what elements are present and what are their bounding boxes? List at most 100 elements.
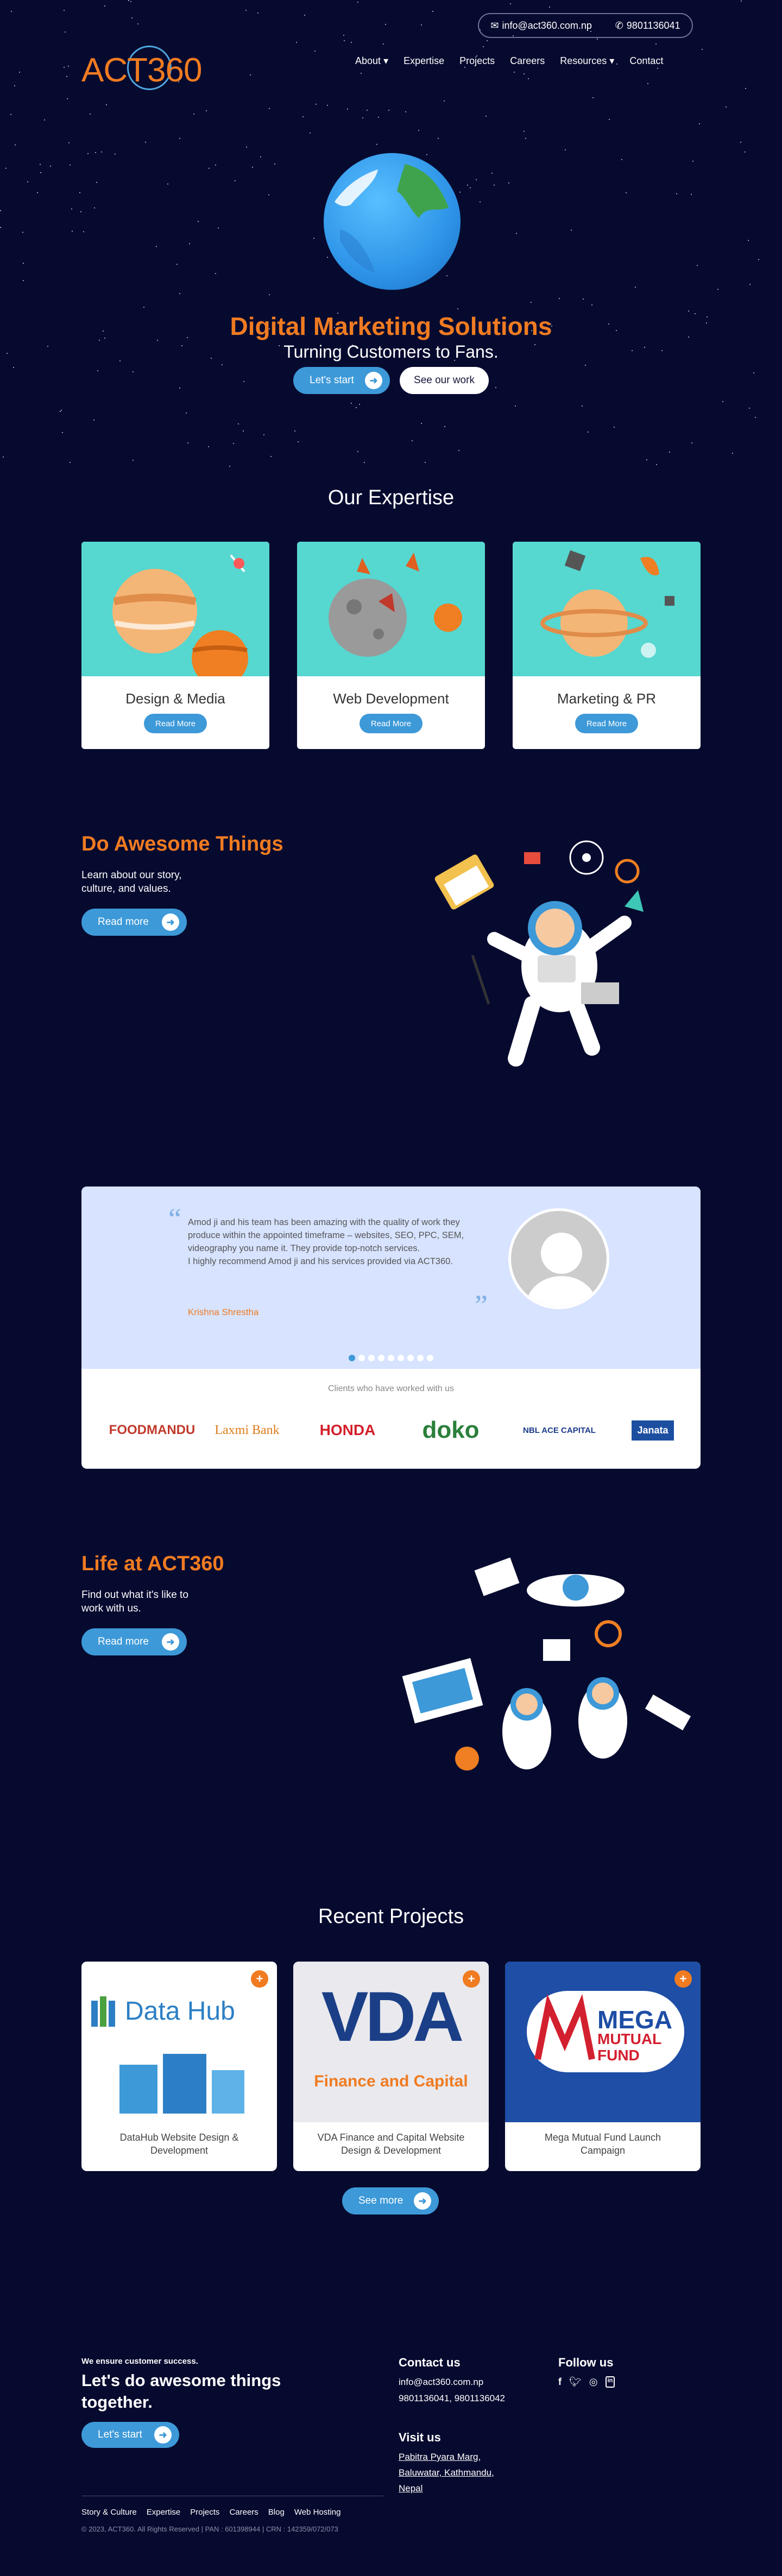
star-dot: [327, 105, 328, 106]
plus-icon[interactable]: +: [251, 1970, 268, 1988]
slider-dot[interactable]: [398, 1355, 404, 1361]
instagram-icon[interactable]: ◎: [589, 2376, 598, 2388]
twitter-icon[interactable]: 🐦︎: [569, 2376, 582, 2388]
star-dot: [19, 72, 20, 73]
expertise-card-web[interactable]: Web Development Read More: [297, 542, 485, 749]
contact-title: Contact us: [399, 2356, 461, 2369]
footer-links: Story & Culture Expertise Projects Caree…: [81, 2508, 340, 2517]
footer-link-blog[interactable]: Blog: [268, 2508, 285, 2517]
star-dot: [494, 185, 495, 186]
star-dot: [585, 365, 586, 366]
nav-contact[interactable]: Contact: [629, 55, 663, 67]
star-dot: [90, 113, 91, 115]
star-dot: [426, 154, 427, 155]
star-dot: [487, 40, 488, 41]
star-dot: [250, 74, 251, 75]
star-dot: [40, 172, 41, 173]
project-card-datahub[interactable]: Data Hub + DataHub Website Design & Deve…: [81, 1962, 277, 2171]
star-dot: [130, 1, 131, 2]
expertise-card-design[interactable]: Design & Media Read More: [81, 542, 269, 749]
star-dot: [206, 110, 207, 111]
star-dot: [656, 464, 657, 465]
footer-address[interactable]: Pabitra Pyara Marg, Baluwatar, Kathmandu…: [399, 2449, 513, 2496]
main-nav: About ▾ Expertise Projects Careers Resou…: [355, 55, 663, 67]
footer-lets-start-button[interactable]: Let's start ➜: [81, 2422, 179, 2448]
facebook-icon[interactable]: f: [558, 2376, 562, 2388]
star-dot: [657, 68, 658, 69]
star-dot: [222, 364, 223, 365]
footer-link-careers[interactable]: Careers: [229, 2508, 258, 2517]
nav-expertise[interactable]: Expertise: [403, 55, 444, 67]
star-dot: [68, 142, 70, 143]
slider-dot[interactable]: [388, 1355, 394, 1361]
slider-dot[interactable]: [349, 1355, 355, 1361]
nav-about[interactable]: About ▾: [355, 55, 388, 67]
star-dot: [260, 156, 261, 157]
life-read-more-button[interactable]: Read more ➜: [81, 1628, 187, 1655]
footer-email[interactable]: info@act360.com.np: [399, 2374, 483, 2390]
star-dot: [516, 233, 517, 234]
project-card-mega[interactable]: MEGA MUTUAL FUND + Mega Mutual Fund Laun…: [505, 1962, 701, 2171]
header-email[interactable]: info@act360.com.np: [502, 20, 592, 31]
testimonial-author: Krishna Shrestha: [188, 1307, 259, 1317]
star-dot: [583, 299, 584, 300]
star-dot: [376, 144, 377, 145]
nav-resources[interactable]: Resources ▾: [560, 55, 614, 67]
nav-careers[interactable]: Careers: [510, 55, 545, 67]
star-dot: [635, 287, 636, 288]
header-phone[interactable]: 9801136041: [627, 20, 680, 31]
linkedin-icon[interactable]: in: [605, 2376, 615, 2388]
awesome-read-more-button[interactable]: Read more ➜: [81, 909, 187, 936]
star-dot: [179, 388, 180, 389]
read-more-button[interactable]: Read More: [360, 714, 422, 733]
star-dot: [655, 43, 657, 45]
email-link[interactable]: ✉ info@act360.com.np: [490, 20, 591, 31]
slider-dot[interactable]: [407, 1355, 414, 1361]
star-dot: [22, 232, 23, 233]
plus-icon[interactable]: +: [463, 1970, 480, 1988]
read-more-button[interactable]: Read More: [144, 714, 207, 733]
star-dot: [364, 462, 365, 463]
star-dot: [351, 42, 352, 43]
slider-dot[interactable]: [368, 1355, 375, 1361]
star-dot: [609, 119, 610, 120]
nav-projects[interactable]: Projects: [459, 55, 495, 67]
project-card-vda[interactable]: VDA Finance and Capital + VDA Finance an…: [293, 1962, 489, 2171]
star-dot: [383, 43, 384, 45]
expertise-card-marketing[interactable]: Marketing & PR Read More: [513, 542, 701, 749]
slider-dots: [81, 1355, 701, 1361]
read-more-button[interactable]: Read More: [575, 714, 638, 733]
footer-link-expertise[interactable]: Expertise: [147, 2508, 181, 2517]
star-dot: [80, 211, 81, 212]
star-dot: [549, 7, 550, 8]
mega-image: MEGA MUTUAL FUND +: [505, 1962, 701, 2122]
star-dot: [11, 11, 12, 12]
slider-dot[interactable]: [427, 1355, 433, 1361]
arrow-right-icon: ➜: [162, 1633, 179, 1651]
slider-dot[interactable]: [417, 1355, 424, 1361]
see-more-button[interactable]: See more ➜: [342, 2187, 439, 2215]
star-dot: [65, 31, 66, 33]
star-dot: [491, 173, 493, 174]
footer-link-story[interactable]: Story & Culture: [81, 2508, 137, 2517]
see-our-work-button[interactable]: See our work: [400, 367, 489, 394]
star-dot: [361, 73, 362, 74]
star-dot: [717, 289, 718, 290]
star-dot: [476, 179, 477, 180]
lets-start-button[interactable]: Let's start ➜: [293, 367, 390, 394]
act360-logo[interactable]: ACT360: [81, 46, 202, 96]
star-dot: [749, 408, 750, 409]
slider-dot[interactable]: [378, 1355, 384, 1361]
footer-link-hosting[interactable]: Web Hosting: [294, 2508, 341, 2517]
slider-dot[interactable]: [358, 1355, 365, 1361]
star-dot: [446, 275, 447, 276]
footer-phone[interactable]: 9801136041, 9801136042: [399, 2390, 505, 2406]
star-dot: [508, 182, 509, 183]
star-dot: [268, 194, 269, 195]
expertise-name: Design & Media: [125, 690, 225, 707]
star-dot: [79, 192, 80, 193]
footer-link-projects[interactable]: Projects: [190, 2508, 219, 2517]
plus-icon[interactable]: +: [674, 1970, 692, 1988]
phone-link[interactable]: ✆ 9801136041: [615, 20, 680, 31]
star-dot: [257, 12, 258, 14]
